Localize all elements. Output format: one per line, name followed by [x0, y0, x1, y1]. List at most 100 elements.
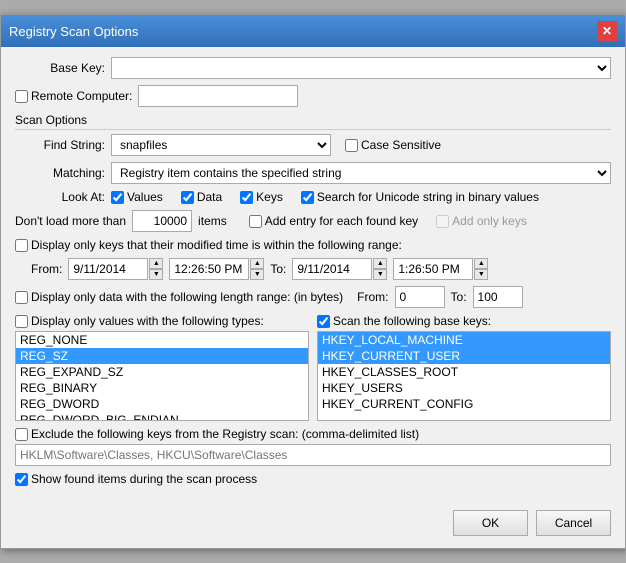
show-found-row: Show found items during the scan process [15, 472, 611, 486]
to-time-up-btn[interactable]: ▲ [474, 258, 488, 269]
remote-computer-input[interactable] [138, 85, 298, 107]
base-key-label: Base Key: [15, 61, 105, 75]
exclude-keys-checkbox[interactable] [15, 428, 28, 441]
ok-button[interactable]: OK [453, 510, 528, 536]
add-only-keys-checkbox[interactable] [436, 215, 449, 228]
add-only-keys-check-group: Add only keys [436, 214, 527, 228]
find-string-row: Find String: snapfiles Case Sensitive [15, 134, 611, 156]
length-to-input[interactable] [473, 286, 523, 308]
list-item[interactable]: REG_DWORD_BIG_ENDIAN [16, 412, 308, 421]
show-found-check-group: Show found items during the scan process [15, 472, 257, 486]
values-label: Values [127, 190, 163, 204]
exclude-keys-row: Exclude the following keys from the Regi… [15, 427, 611, 466]
date-range-row: From: ▲ ▼ ▲ ▼ To: ▲ ▼ [15, 258, 611, 280]
find-string-select[interactable]: snapfiles [111, 134, 331, 156]
add-entry-check-group: Add entry for each found key [249, 214, 418, 228]
display-modified-label: Display only keys that their modified ti… [31, 238, 402, 252]
from-time-input[interactable] [169, 258, 249, 280]
list-item[interactable]: REG_BINARY [16, 380, 308, 396]
matching-select[interactable]: Registry item contains the specified str… [111, 162, 611, 184]
remote-computer-label: Remote Computer: [31, 89, 132, 103]
to-label: To: [270, 262, 286, 276]
list-item[interactable]: REG_NONE [16, 332, 308, 348]
from-time-up-btn[interactable]: ▲ [250, 258, 264, 269]
show-found-checkbox[interactable] [15, 473, 28, 486]
case-sensitive-label: Case Sensitive [361, 138, 441, 152]
base-keys-col: Scan the following base keys: HKEY_LOCAL… [317, 314, 611, 421]
from-date-up-btn[interactable]: ▲ [149, 258, 163, 269]
data-checkbox[interactable] [181, 191, 194, 204]
dont-load-row: Don't load more than items Add entry for… [15, 210, 611, 232]
from-label: From: [31, 262, 62, 276]
to-date-down-btn[interactable]: ▼ [373, 269, 387, 280]
list-item[interactable]: HKEY_CURRENT_USER [318, 348, 610, 364]
length-from-input[interactable] [395, 286, 445, 308]
two-list-container: Display only values with the following t… [15, 314, 611, 421]
length-from-label: From: [357, 290, 388, 304]
list-item[interactable]: REG_SZ [16, 348, 308, 364]
case-sensitive-checkbox[interactable] [345, 139, 358, 152]
list-item[interactable]: REG_DWORD [16, 396, 308, 412]
dialog-title: Registry Scan Options [9, 24, 138, 39]
unicode-check-group: Search for Unicode string in binary valu… [301, 190, 539, 204]
display-length-label: Display only data with the following len… [31, 290, 343, 304]
bottom-buttons: OK Cancel [1, 502, 625, 548]
value-types-col: Display only values with the following t… [15, 314, 309, 421]
data-check-group: Data [181, 190, 222, 204]
data-label: Data [197, 190, 222, 204]
to-date-input[interactable] [292, 258, 372, 280]
display-types-checkbox[interactable] [15, 315, 28, 328]
base-key-select[interactable] [111, 57, 611, 79]
from-date-input[interactable] [68, 258, 148, 280]
remote-computer-row: Remote Computer: [15, 85, 611, 107]
scan-base-keys-checkbox[interactable] [317, 315, 330, 328]
list-item[interactable]: HKEY_LOCAL_MACHINE [318, 332, 610, 348]
list-item[interactable]: HKEY_CURRENT_CONFIG [318, 396, 610, 412]
to-time-down-btn[interactable]: ▼ [474, 269, 488, 280]
look-at-label: Look At: [15, 190, 105, 204]
keys-checkbox[interactable] [240, 191, 253, 204]
exclude-keys-check-group: Exclude the following keys from the Regi… [15, 427, 419, 441]
dialog-content: Base Key: Remote Computer: Scan Options … [1, 47, 625, 502]
to-time-input[interactable] [393, 258, 473, 280]
registry-scan-dialog: Registry Scan Options ✕ Base Key: Remote… [0, 14, 626, 549]
display-types-header: Display only values with the following t… [15, 314, 309, 328]
items-label: items [198, 214, 227, 228]
look-at-row: Look At: Values Data Keys Search for Uni… [15, 190, 611, 204]
title-bar: Registry Scan Options ✕ [1, 15, 625, 47]
from-time-down-btn[interactable]: ▼ [250, 269, 264, 280]
exclude-keys-label: Exclude the following keys from the Regi… [31, 427, 419, 441]
cancel-button[interactable]: Cancel [536, 510, 611, 536]
display-length-check-group: Display only data with the following len… [15, 290, 343, 304]
add-only-keys-label: Add only keys [452, 214, 527, 228]
list-item[interactable]: REG_EXPAND_SZ [16, 364, 308, 380]
from-date-down-btn[interactable]: ▼ [149, 269, 163, 280]
close-button[interactable]: ✕ [597, 21, 617, 41]
remote-computer-checkbox[interactable] [15, 90, 28, 103]
base-keys-listbox[interactable]: HKEY_LOCAL_MACHINE HKEY_CURRENT_USER HKE… [317, 331, 611, 421]
display-length-checkbox[interactable] [15, 291, 28, 304]
values-check-group: Values [111, 190, 163, 204]
to-time-input-group: ▲ ▼ [393, 258, 488, 280]
list-item[interactable]: HKEY_CLASSES_ROOT [318, 364, 610, 380]
from-date-input-group: ▲ ▼ [68, 258, 163, 280]
find-string-label: Find String: [15, 138, 105, 152]
length-to-label: To: [451, 290, 467, 304]
value-types-listbox[interactable]: REG_NONE REG_SZ REG_EXPAND_SZ REG_BINARY… [15, 331, 309, 421]
scan-base-keys-header: Scan the following base keys: [317, 314, 611, 328]
list-item[interactable]: HKEY_USERS [318, 380, 610, 396]
dont-load-input[interactable] [132, 210, 192, 232]
unicode-label: Search for Unicode string in binary valu… [317, 190, 539, 204]
matching-label: Matching: [15, 166, 105, 180]
keys-label: Keys [256, 190, 283, 204]
add-entry-checkbox[interactable] [249, 215, 262, 228]
case-sensitive-row: Case Sensitive [345, 138, 441, 152]
to-date-up-btn[interactable]: ▲ [373, 258, 387, 269]
unicode-checkbox[interactable] [301, 191, 314, 204]
scan-base-keys-label: Scan the following base keys: [333, 314, 491, 328]
base-key-row: Base Key: [15, 57, 611, 79]
exclude-keys-input[interactable] [15, 444, 611, 466]
values-checkbox[interactable] [111, 191, 124, 204]
display-modified-checkbox[interactable] [15, 239, 28, 252]
add-entry-label: Add entry for each found key [265, 214, 418, 228]
